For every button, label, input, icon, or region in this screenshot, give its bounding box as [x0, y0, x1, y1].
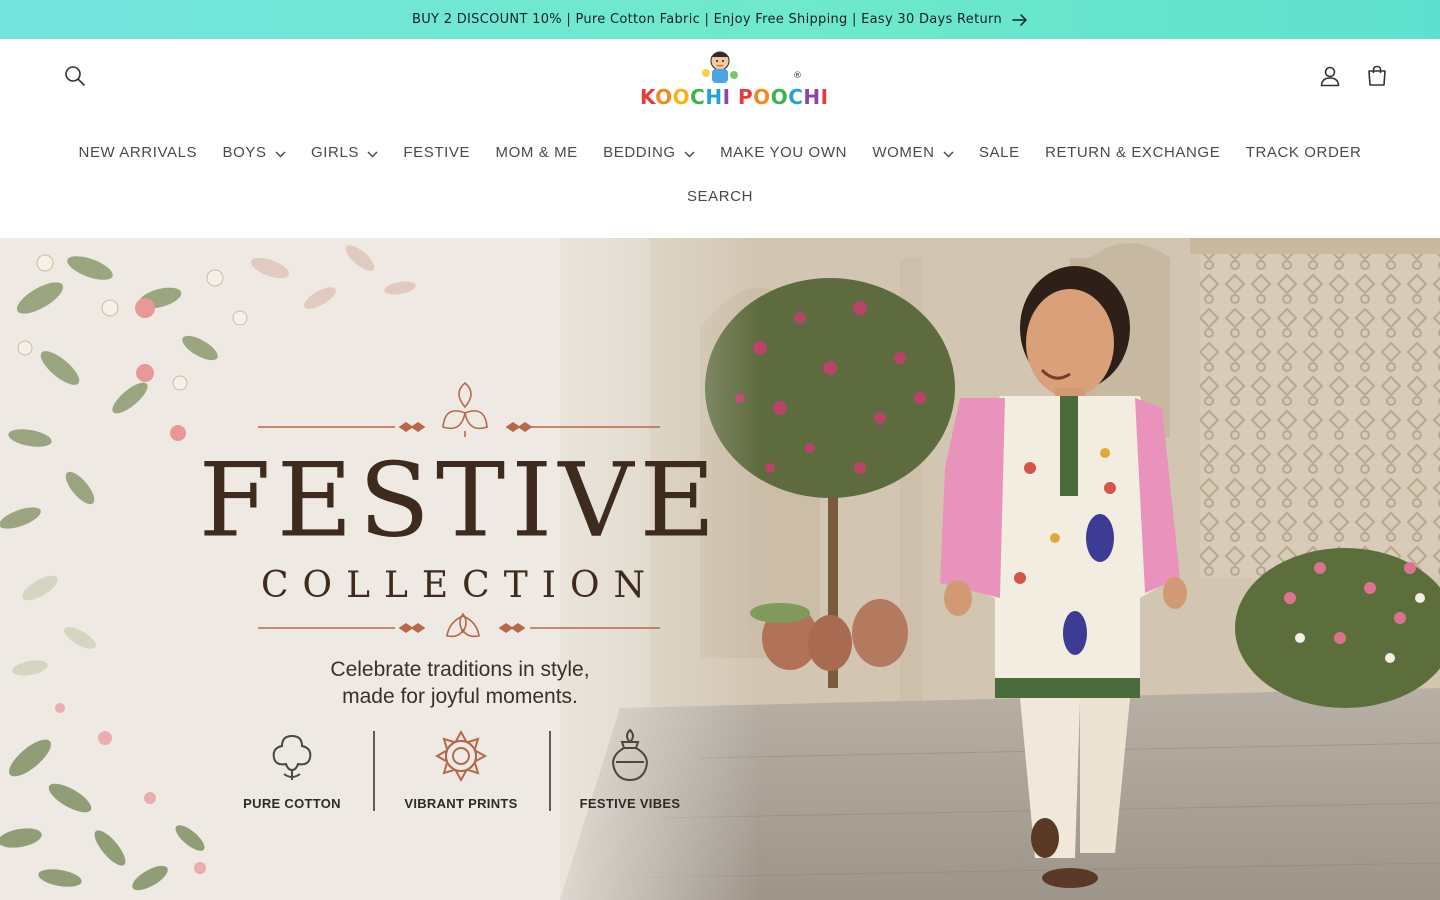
- nav-new-arrivals[interactable]: NEW ARRIVALS: [66, 144, 210, 161]
- cart-button[interactable]: [1357, 58, 1397, 98]
- arrow-right-icon[interactable]: [1012, 13, 1028, 26]
- nav-bedding[interactable]: BEDDING: [590, 143, 707, 162]
- announcement-bar[interactable]: BUY 2 DISCOUNT 10% | Pure Cotton Fabric …: [0, 0, 1440, 39]
- hero-tagline-line-2: made for joyful moments.: [342, 685, 578, 708]
- hero-banner[interactable]: FESTIVE COLLECTION Celebrate traditions …: [0, 238, 1440, 900]
- nav-girls[interactable]: GIRLS: [298, 143, 390, 162]
- chevron-down-icon: [943, 145, 954, 162]
- feature-divider: [549, 731, 551, 811]
- kalash-icon: [602, 728, 658, 788]
- feature-label: VIBRANT PRINTS: [404, 796, 518, 811]
- logo-wordmark: KOOCHI POOCHI: [640, 85, 829, 109]
- feature-label: FESTIVE VIBES: [579, 796, 681, 811]
- nav-mom-and-me[interactable]: MOM & ME: [483, 144, 591, 161]
- search-icon: [64, 65, 86, 91]
- nav-return-exchange[interactable]: RETURN & EXCHANGE: [1032, 144, 1233, 161]
- registered-mark: ®: [793, 71, 802, 81]
- user-icon: [1319, 65, 1341, 91]
- nav-boys[interactable]: BOYS: [210, 143, 298, 162]
- nav-make-you-own[interactable]: MAKE YOU OWN: [707, 144, 859, 161]
- hero-title: FESTIVE: [198, 440, 722, 560]
- cart-icon: [1365, 64, 1389, 92]
- main-nav: NEW ARRIVALS BOYS GIRLS FESTIVE MOM & ME…: [0, 139, 1440, 165]
- hero-subtitle: COLLECTION: [261, 565, 659, 606]
- cotton-flower-icon: [264, 728, 320, 788]
- secondary-nav: SEARCH: [0, 183, 1440, 209]
- nav-women[interactable]: WOMEN: [860, 143, 967, 162]
- hero-tagline-line-1: Celebrate traditions in style,: [330, 658, 590, 681]
- chevron-down-icon: [684, 145, 695, 162]
- nav-track-order[interactable]: TRACK ORDER: [1233, 144, 1374, 161]
- chevron-down-icon: [275, 145, 286, 162]
- chevron-down-icon: [367, 145, 378, 162]
- account-button[interactable]: [1310, 58, 1350, 98]
- hero-tagline: Celebrate traditions in style, made for …: [190, 656, 730, 710]
- search-button[interactable]: [55, 58, 95, 98]
- feature-divider: [373, 731, 375, 811]
- site-header: KOOCHI POOCHI ® NEW ARRIVALS BOYS GIRLS …: [0, 39, 1440, 238]
- feature-label: PURE COTTON: [243, 796, 341, 811]
- announcement-text[interactable]: BUY 2 DISCOUNT 10% | Pure Cotton Fabric …: [412, 12, 1002, 27]
- nav-festive[interactable]: FESTIVE: [391, 144, 483, 161]
- logo[interactable]: KOOCHI POOCHI ®: [636, 45, 828, 111]
- nav-search[interactable]: SEARCH: [674, 188, 766, 205]
- nav-sale[interactable]: SALE: [966, 144, 1032, 161]
- mandala-icon: [433, 728, 489, 788]
